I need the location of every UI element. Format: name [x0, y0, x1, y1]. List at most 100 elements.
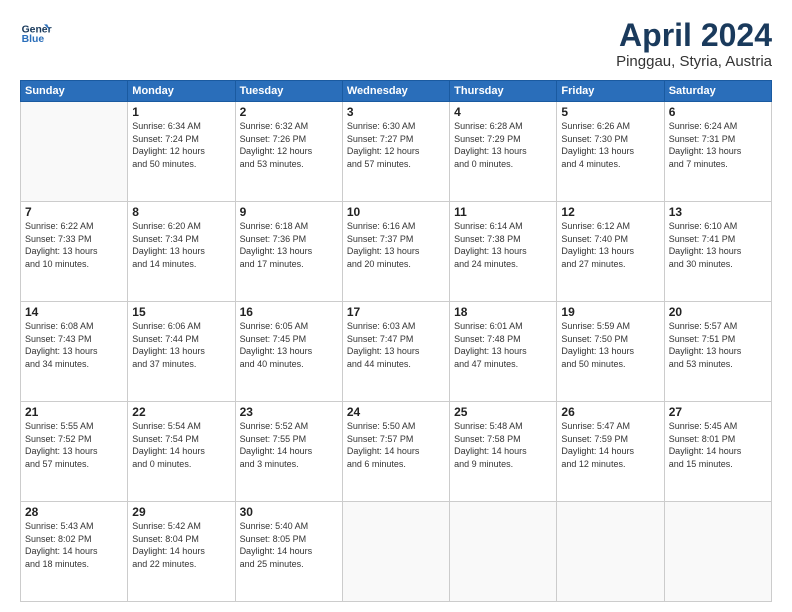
day-info: Sunrise: 6:14 AM Sunset: 7:38 PM Dayligh… [454, 220, 552, 270]
table-cell: 24Sunrise: 5:50 AM Sunset: 7:57 PM Dayli… [342, 402, 449, 502]
day-info: Sunrise: 5:54 AM Sunset: 7:54 PM Dayligh… [132, 420, 230, 470]
table-cell: 21Sunrise: 5:55 AM Sunset: 7:52 PM Dayli… [21, 402, 128, 502]
day-number: 6 [669, 105, 767, 119]
table-cell: 23Sunrise: 5:52 AM Sunset: 7:55 PM Dayli… [235, 402, 342, 502]
table-cell: 14Sunrise: 6:08 AM Sunset: 7:43 PM Dayli… [21, 302, 128, 402]
day-info: Sunrise: 6:24 AM Sunset: 7:31 PM Dayligh… [669, 120, 767, 170]
day-number: 2 [240, 105, 338, 119]
day-info: Sunrise: 5:42 AM Sunset: 8:04 PM Dayligh… [132, 520, 230, 570]
day-number: 28 [25, 505, 123, 519]
calendar-table: Sunday Monday Tuesday Wednesday Thursday… [20, 80, 772, 602]
col-tuesday: Tuesday [235, 81, 342, 102]
day-number: 17 [347, 305, 445, 319]
week-row-3: 14Sunrise: 6:08 AM Sunset: 7:43 PM Dayli… [21, 302, 772, 402]
table-cell: 13Sunrise: 6:10 AM Sunset: 7:41 PM Dayli… [664, 202, 771, 302]
day-number: 8 [132, 205, 230, 219]
svg-text:Blue: Blue [22, 34, 45, 45]
day-number: 11 [454, 205, 552, 219]
week-row-4: 21Sunrise: 5:55 AM Sunset: 7:52 PM Dayli… [21, 402, 772, 502]
day-info: Sunrise: 5:59 AM Sunset: 7:50 PM Dayligh… [561, 320, 659, 370]
table-cell: 30Sunrise: 5:40 AM Sunset: 8:05 PM Dayli… [235, 502, 342, 602]
day-info: Sunrise: 5:40 AM Sunset: 8:05 PM Dayligh… [240, 520, 338, 570]
day-number: 15 [132, 305, 230, 319]
table-cell: 25Sunrise: 5:48 AM Sunset: 7:58 PM Dayli… [450, 402, 557, 502]
day-number: 3 [347, 105, 445, 119]
day-info: Sunrise: 5:52 AM Sunset: 7:55 PM Dayligh… [240, 420, 338, 470]
generalblue-logo-icon: General Blue [20, 18, 52, 50]
day-info: Sunrise: 5:45 AM Sunset: 8:01 PM Dayligh… [669, 420, 767, 470]
table-cell: 7Sunrise: 6:22 AM Sunset: 7:33 PM Daylig… [21, 202, 128, 302]
table-cell [557, 502, 664, 602]
day-info: Sunrise: 6:03 AM Sunset: 7:47 PM Dayligh… [347, 320, 445, 370]
day-number: 7 [25, 205, 123, 219]
table-cell: 15Sunrise: 6:06 AM Sunset: 7:44 PM Dayli… [128, 302, 235, 402]
table-cell: 8Sunrise: 6:20 AM Sunset: 7:34 PM Daylig… [128, 202, 235, 302]
title-block: April 2024 Pinggau, Styria, Austria [616, 18, 772, 70]
table-cell: 3Sunrise: 6:30 AM Sunset: 7:27 PM Daylig… [342, 102, 449, 202]
weekday-header-row: Sunday Monday Tuesday Wednesday Thursday… [21, 81, 772, 102]
day-info: Sunrise: 6:28 AM Sunset: 7:29 PM Dayligh… [454, 120, 552, 170]
day-info: Sunrise: 6:18 AM Sunset: 7:36 PM Dayligh… [240, 220, 338, 270]
day-info: Sunrise: 6:20 AM Sunset: 7:34 PM Dayligh… [132, 220, 230, 270]
calendar-subtitle: Pinggau, Styria, Austria [616, 53, 772, 70]
day-number: 26 [561, 405, 659, 419]
table-cell [342, 502, 449, 602]
day-number: 27 [669, 405, 767, 419]
col-monday: Monday [128, 81, 235, 102]
day-info: Sunrise: 5:50 AM Sunset: 7:57 PM Dayligh… [347, 420, 445, 470]
day-number: 10 [347, 205, 445, 219]
calendar-title: April 2024 [616, 18, 772, 53]
day-number: 9 [240, 205, 338, 219]
table-cell [21, 102, 128, 202]
table-cell: 4Sunrise: 6:28 AM Sunset: 7:29 PM Daylig… [450, 102, 557, 202]
table-cell: 11Sunrise: 6:14 AM Sunset: 7:38 PM Dayli… [450, 202, 557, 302]
table-cell: 27Sunrise: 5:45 AM Sunset: 8:01 PM Dayli… [664, 402, 771, 502]
day-number: 21 [25, 405, 123, 419]
day-number: 20 [669, 305, 767, 319]
table-cell: 18Sunrise: 6:01 AM Sunset: 7:48 PM Dayli… [450, 302, 557, 402]
day-info: Sunrise: 5:43 AM Sunset: 8:02 PM Dayligh… [25, 520, 123, 570]
week-row-5: 28Sunrise: 5:43 AM Sunset: 8:02 PM Dayli… [21, 502, 772, 602]
table-cell: 16Sunrise: 6:05 AM Sunset: 7:45 PM Dayli… [235, 302, 342, 402]
table-cell: 6Sunrise: 6:24 AM Sunset: 7:31 PM Daylig… [664, 102, 771, 202]
day-info: Sunrise: 6:16 AM Sunset: 7:37 PM Dayligh… [347, 220, 445, 270]
day-info: Sunrise: 6:08 AM Sunset: 7:43 PM Dayligh… [25, 320, 123, 370]
table-cell: 12Sunrise: 6:12 AM Sunset: 7:40 PM Dayli… [557, 202, 664, 302]
week-row-2: 7Sunrise: 6:22 AM Sunset: 7:33 PM Daylig… [21, 202, 772, 302]
day-number: 29 [132, 505, 230, 519]
table-cell: 20Sunrise: 5:57 AM Sunset: 7:51 PM Dayli… [664, 302, 771, 402]
table-cell: 17Sunrise: 6:03 AM Sunset: 7:47 PM Dayli… [342, 302, 449, 402]
table-cell: 28Sunrise: 5:43 AM Sunset: 8:02 PM Dayli… [21, 502, 128, 602]
day-number: 1 [132, 105, 230, 119]
table-cell: 22Sunrise: 5:54 AM Sunset: 7:54 PM Dayli… [128, 402, 235, 502]
day-number: 18 [454, 305, 552, 319]
day-info: Sunrise: 6:34 AM Sunset: 7:24 PM Dayligh… [132, 120, 230, 170]
table-cell: 2Sunrise: 6:32 AM Sunset: 7:26 PM Daylig… [235, 102, 342, 202]
table-cell: 9Sunrise: 6:18 AM Sunset: 7:36 PM Daylig… [235, 202, 342, 302]
day-number: 4 [454, 105, 552, 119]
table-cell: 26Sunrise: 5:47 AM Sunset: 7:59 PM Dayli… [557, 402, 664, 502]
table-cell [664, 502, 771, 602]
day-number: 5 [561, 105, 659, 119]
table-cell: 10Sunrise: 6:16 AM Sunset: 7:37 PM Dayli… [342, 202, 449, 302]
day-number: 24 [347, 405, 445, 419]
day-info: Sunrise: 6:10 AM Sunset: 7:41 PM Dayligh… [669, 220, 767, 270]
col-friday: Friday [557, 81, 664, 102]
day-info: Sunrise: 6:22 AM Sunset: 7:33 PM Dayligh… [25, 220, 123, 270]
header: General Blue April 2024 Pinggau, Styria,… [20, 18, 772, 70]
day-number: 19 [561, 305, 659, 319]
day-info: Sunrise: 5:57 AM Sunset: 7:51 PM Dayligh… [669, 320, 767, 370]
table-cell: 1Sunrise: 6:34 AM Sunset: 7:24 PM Daylig… [128, 102, 235, 202]
day-number: 23 [240, 405, 338, 419]
day-number: 30 [240, 505, 338, 519]
day-info: Sunrise: 5:47 AM Sunset: 7:59 PM Dayligh… [561, 420, 659, 470]
day-number: 13 [669, 205, 767, 219]
day-info: Sunrise: 5:55 AM Sunset: 7:52 PM Dayligh… [25, 420, 123, 470]
day-number: 22 [132, 405, 230, 419]
day-info: Sunrise: 5:48 AM Sunset: 7:58 PM Dayligh… [454, 420, 552, 470]
day-number: 14 [25, 305, 123, 319]
day-info: Sunrise: 6:26 AM Sunset: 7:30 PM Dayligh… [561, 120, 659, 170]
page: General Blue April 2024 Pinggau, Styria,… [0, 0, 792, 612]
day-info: Sunrise: 6:32 AM Sunset: 7:26 PM Dayligh… [240, 120, 338, 170]
day-info: Sunrise: 6:05 AM Sunset: 7:45 PM Dayligh… [240, 320, 338, 370]
